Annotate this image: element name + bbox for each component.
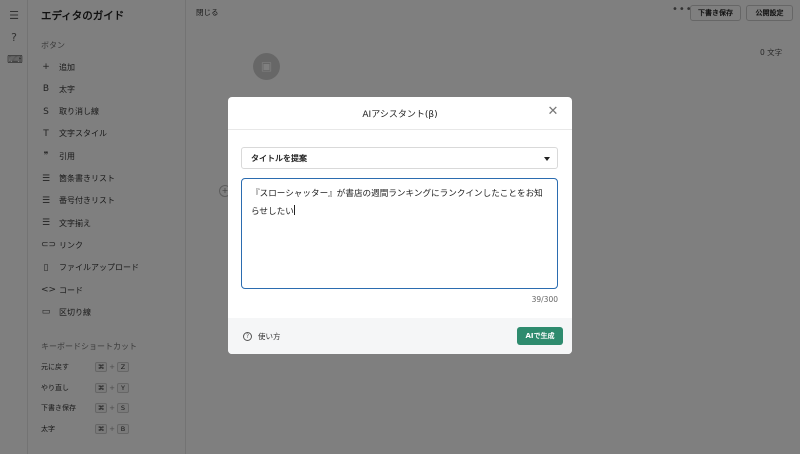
char-counter: 39/300 — [531, 295, 558, 304]
prompt-textarea[interactable]: 『スローシャッター』が書店の週間ランキングにランクインしたことをお知らせしたい — [241, 178, 558, 289]
dialog-header: AIアシスタント(β) ✕ — [228, 97, 572, 130]
how-to-use-label: 使い方 — [258, 332, 281, 341]
close-icon[interactable]: ✕ — [546, 105, 560, 119]
generate-with-ai-button[interactable]: AIで生成 — [517, 327, 563, 345]
how-to-use-link[interactable]: ? 使い方 — [243, 331, 281, 342]
text-cursor — [293, 205, 295, 215]
mode-select-value: タイトルを提案 — [251, 154, 307, 163]
ai-assistant-dialog: AIアシスタント(β) ✕ タイトルを提案 『スローシャッター』が書店の週間ラン… — [228, 97, 572, 354]
mode-select[interactable]: タイトルを提案 — [241, 147, 558, 169]
dialog-footer: ? 使い方 AIで生成 — [228, 318, 572, 354]
dialog-title: AIアシスタント(β) — [362, 110, 438, 120]
question-icon: ? — [243, 332, 252, 341]
caret-down-icon — [544, 157, 550, 161]
